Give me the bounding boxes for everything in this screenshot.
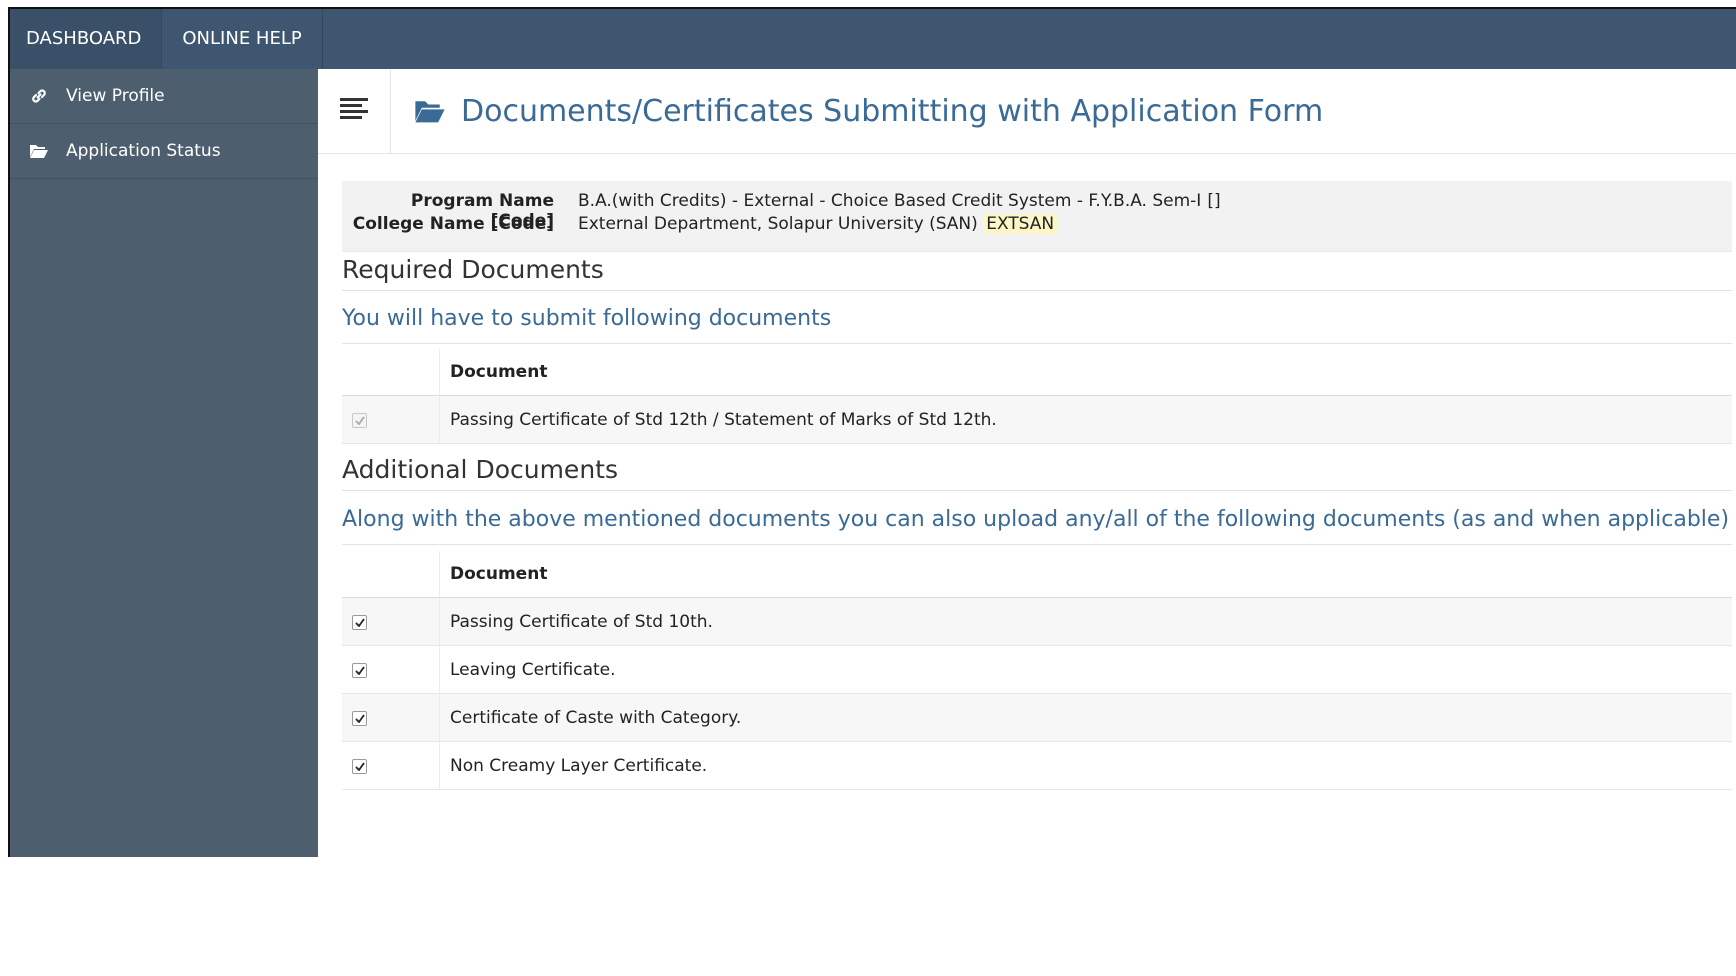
program-code: [] [1207, 191, 1221, 211]
college-value: External Department, Solapur University … [578, 214, 1058, 236]
row-checkbox-cell [342, 395, 440, 444]
college-code: EXTSAN [983, 214, 1058, 234]
table-row: Passing Certificate of Std 12th / Statem… [342, 395, 1732, 444]
document-checkbox[interactable] [352, 710, 367, 726]
sidebar-item-label: View Profile [66, 86, 165, 106]
sidebar-item-label: Application Status [66, 141, 221, 161]
page-header: Documents/Certificates Submitting with A… [318, 69, 1736, 154]
college-name: External Department, Solapur University … [578, 214, 978, 234]
page-title: Documents/Certificates Submitting with A… [391, 94, 1323, 129]
sidebar: View Profile Application Status [10, 69, 318, 857]
document-column-header: Document [439, 349, 1732, 396]
document-name: Passing Certificate of Std 12th / Statem… [439, 395, 1732, 444]
table-row: Certificate of Caste with Category. [342, 693, 1732, 742]
table-row: Passing Certificate of Std 10th. [342, 597, 1732, 646]
tab-dashboard[interactable]: DASHBOARD [10, 9, 163, 69]
document-checkbox[interactable] [352, 662, 367, 678]
required-documents-subtitle: You will have to submit following docume… [342, 306, 1732, 344]
checkbox-checked-disabled [352, 412, 367, 428]
table-row: Leaving Certificate. [342, 645, 1732, 694]
row-checkbox-cell [342, 597, 440, 646]
browser-frame: DASHBOARD ONLINE HELP View Profile Appli… [8, 7, 1736, 857]
row-checkbox-cell [342, 741, 440, 790]
required-documents-heading: Required Documents [342, 255, 1732, 291]
table-header-row: Document [342, 551, 1732, 598]
document-column-header: Document [439, 551, 1732, 598]
document-checkbox[interactable] [352, 758, 367, 774]
document-checkbox[interactable] [352, 614, 367, 630]
college-row: College Name [Code] External Department,… [342, 214, 1058, 236]
document-name: Passing Certificate of Std 10th. [439, 597, 1732, 646]
link-icon [28, 87, 50, 105]
document-name: Non Creamy Layer Certificate. [439, 741, 1732, 790]
additional-documents-heading: Additional Documents [342, 455, 1732, 491]
folder-open-icon [28, 143, 50, 159]
sidebar-item-view-profile[interactable]: View Profile [10, 69, 318, 124]
program-value: B.A.(with Credits) - External - Choice B… [578, 191, 1221, 213]
row-checkbox-cell [342, 645, 440, 694]
college-label: College Name [Code] [352, 214, 554, 234]
additional-documents-table: Document Passing Certificate of Std 10th… [342, 551, 1732, 790]
folder-open-icon [413, 98, 447, 124]
program-name: B.A.(with Credits) - External - Choice B… [578, 191, 1202, 211]
table-row: Non Creamy Layer Certificate. [342, 741, 1732, 790]
app-screen: DASHBOARD ONLINE HELP View Profile Appli… [10, 9, 1736, 857]
document-name: Leaving Certificate. [439, 645, 1732, 694]
top-navbar: DASHBOARD ONLINE HELP [10, 9, 1736, 69]
program-label: Program Name [Code] [410, 191, 554, 231]
checkbox-column-header [342, 551, 440, 598]
additional-documents-subtitle: Along with the above mentioned documents… [342, 507, 1732, 545]
checkbox-column-header [342, 349, 440, 396]
table-header-row: Document [342, 349, 1732, 396]
tab-online-help[interactable]: ONLINE HELP [162, 9, 323, 69]
row-checkbox-cell [342, 693, 440, 742]
hamburger-icon [340, 97, 368, 125]
menu-toggle-button[interactable] [318, 69, 391, 153]
required-documents-table: Document Passing Certificate of Std 12th… [342, 349, 1732, 444]
program-info-box: Program Name [Code] B.A.(with Credits) -… [342, 181, 1732, 252]
sidebar-item-application-status[interactable]: Application Status [10, 124, 318, 179]
main-content: Documents/Certificates Submitting with A… [318, 69, 1736, 857]
page-title-text: Documents/Certificates Submitting with A… [461, 93, 1324, 129]
document-name: Certificate of Caste with Category. [439, 693, 1732, 742]
program-row: Program Name [Code] B.A.(with Credits) -… [342, 191, 1221, 231]
